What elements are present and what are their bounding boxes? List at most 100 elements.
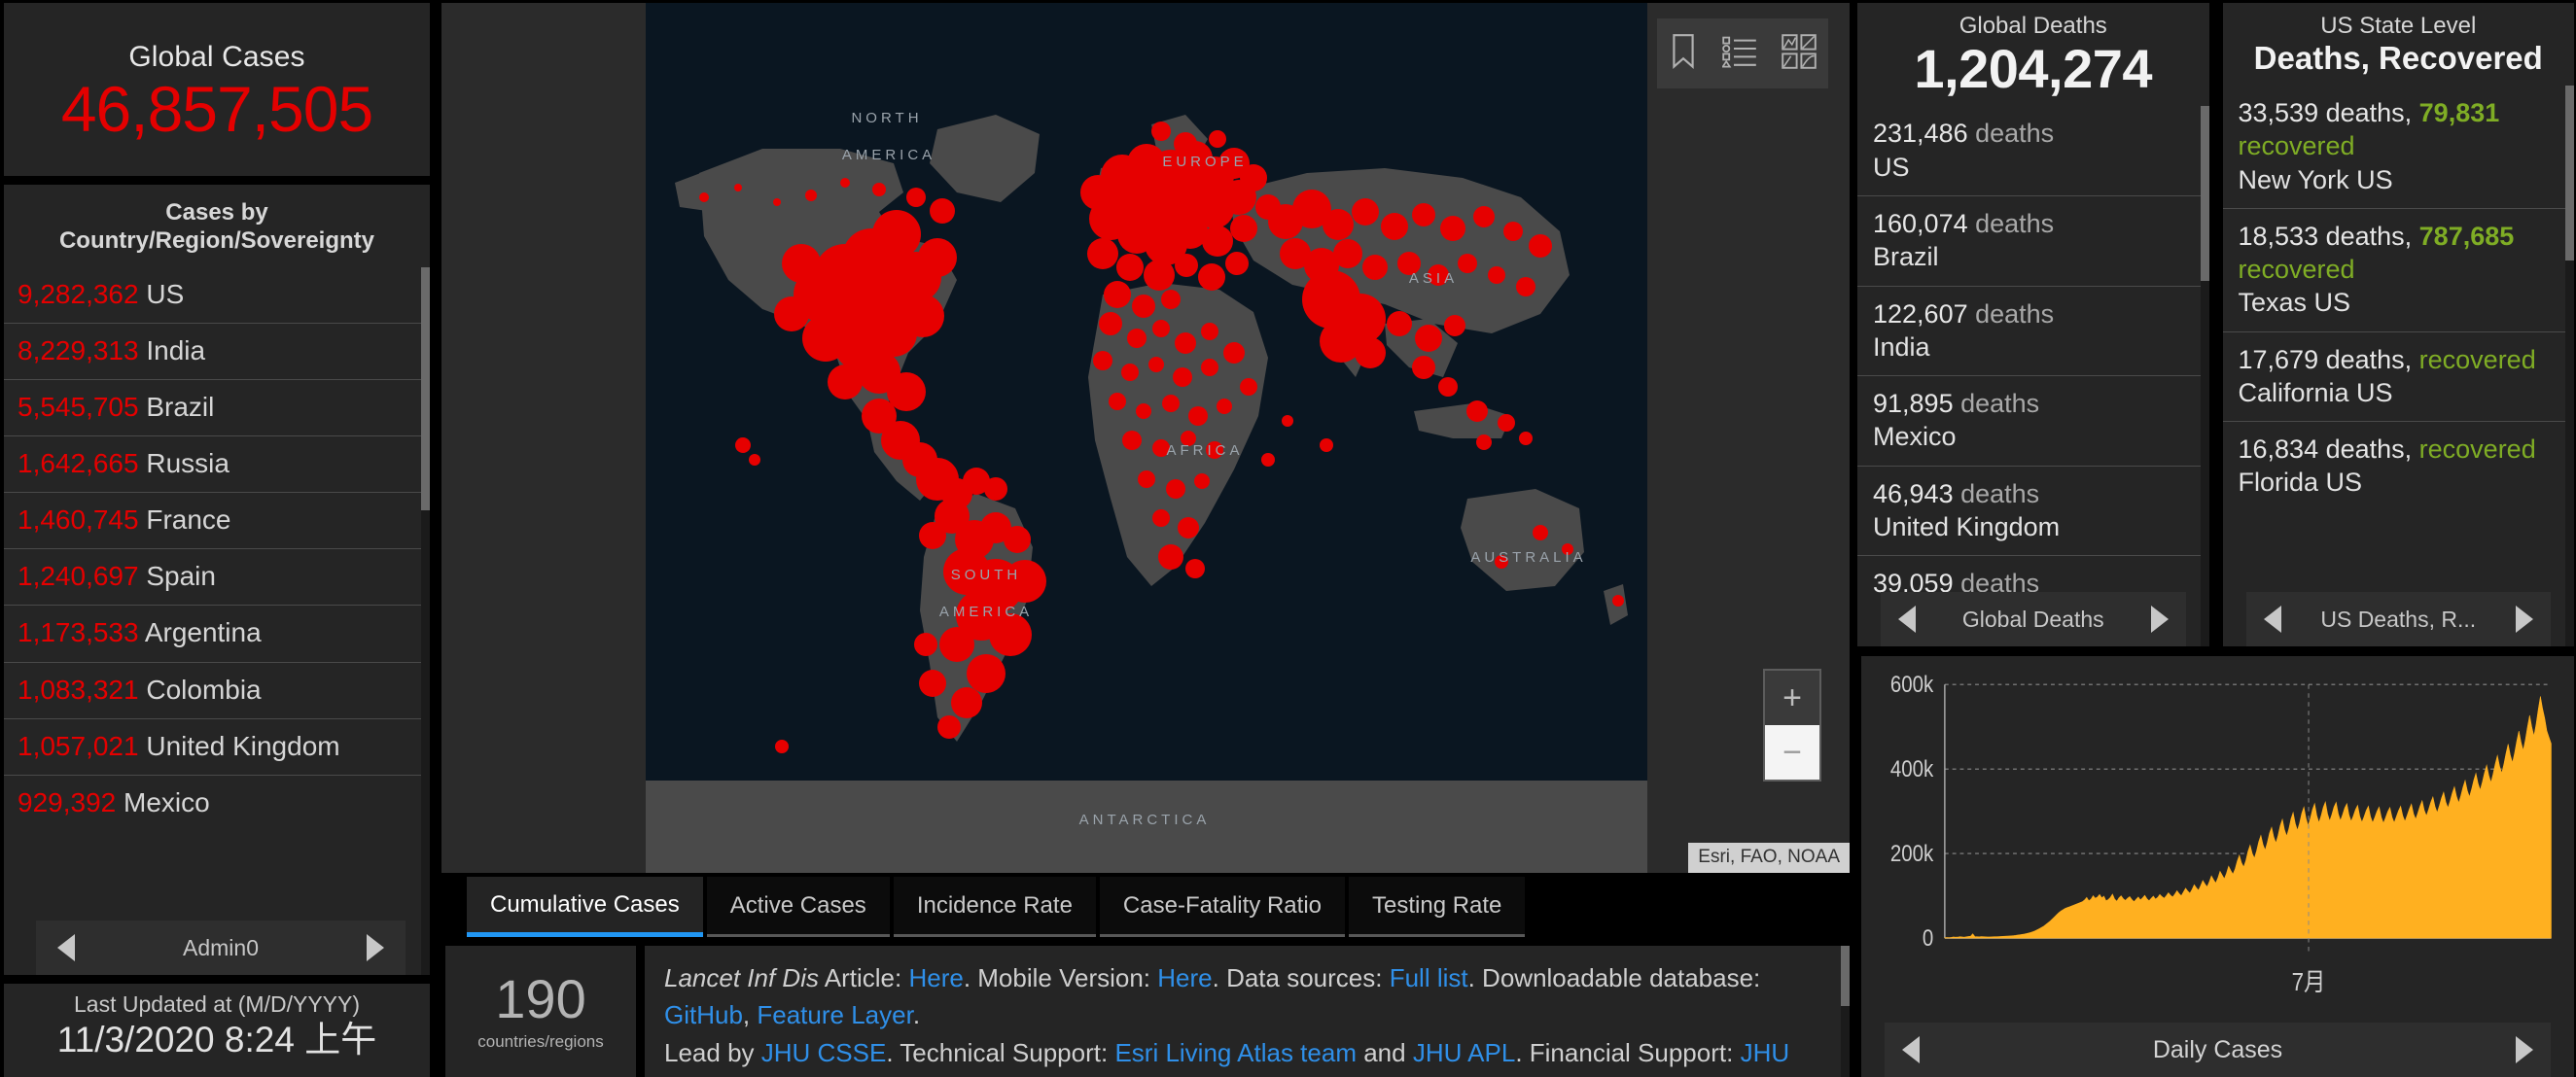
case-row[interactable]: 929,392 Mexico [4, 774, 430, 831]
us-state-list[interactable]: 33,539 deaths, 79,831 recovered New York … [2222, 85, 2575, 646]
svg-text:400k: 400k [1890, 756, 1934, 782]
credits-link-here-2[interactable]: Here [1157, 963, 1212, 992]
credits-link-esri-living-atlas[interactable]: Esri Living Atlas team [1114, 1038, 1357, 1067]
credits-t1d: . Downloadable database: [1467, 963, 1761, 992]
case-row-count: 5,545,705 [18, 391, 139, 422]
global-deaths-scroll-thumb[interactable] [2200, 106, 2209, 282]
global-deaths-nav[interactable]: Global Deaths [1881, 592, 2186, 646]
case-row[interactable]: 8,229,313 India [4, 322, 430, 379]
global-death-row[interactable]: 91,895 deaths Mexico [1857, 375, 2209, 466]
credits-link-here-1[interactable]: Here [908, 963, 963, 992]
zoom-in-button[interactable]: + [1765, 671, 1819, 726]
last-updated-title: Last Updated at (M/D/YYYY) [73, 991, 360, 1017]
us-state-title-sup: US State Level [2320, 13, 2477, 39]
credits-box[interactable]: Lancet Inf Dis Article: Here. Mobile Ver… [645, 946, 1850, 1077]
case-row-country: Brazil [138, 391, 215, 422]
cases-by-country-nav[interactable]: Admin0 [36, 921, 406, 975]
global-death-row[interactable]: 231,486 deaths US [1857, 106, 2209, 195]
us-state-nav[interactable]: US Deaths, R... [2245, 592, 2551, 646]
death-place: Brazil [1873, 242, 1939, 272]
case-row[interactable]: 5,545,705 Brazil [4, 378, 430, 435]
case-row[interactable]: 1,642,665 Russia [4, 435, 430, 492]
credits-link-feature-layer[interactable]: Feature Layer [757, 1000, 912, 1029]
us-state-scroll-thumb[interactable] [2565, 85, 2574, 261]
map-tab-case-fatality-ratio[interactable]: Case-Fatality Ratio [1099, 877, 1345, 937]
us-state-row[interactable]: 33,539 deaths, 79,831 recovered New York … [2223, 86, 2575, 208]
global-deaths-list[interactable]: 231,486 deaths US 160,074 deaths Brazil 122,… [1857, 106, 2209, 646]
map-tab-active-cases[interactable]: Active Cases [706, 877, 890, 937]
map-canvas[interactable]: NORTH AMERICA SOUTH AMERICA EUROPE AFRIC… [646, 3, 1647, 874]
credits-t1f: . [912, 1000, 921, 1030]
global-cases-value: 46,857,505 [60, 73, 373, 146]
credits-scroll-thumb[interactable] [1841, 946, 1850, 1006]
case-row[interactable]: 1,460,745 France [4, 492, 430, 548]
cases-by-country-list[interactable]: 9,282,362 US 8,229,313 India 5,545,705 Bra… [4, 266, 430, 975]
world-map-svg [646, 3, 1647, 874]
prev-arrow-icon[interactable] [1902, 1036, 1920, 1063]
bookmark-icon[interactable] [1669, 33, 1698, 74]
us-state-level-panel: US State Level Deaths, Recovered 33,539 … [2222, 3, 2575, 646]
chart-nav[interactable]: Daily Cases [1885, 1023, 2551, 1077]
credits-t1b: . Mobile Version: [963, 963, 1158, 992]
credits-link-jhu-csse[interactable]: JHU CSSE [761, 1038, 887, 1067]
prev-arrow-icon[interactable] [2263, 606, 2281, 633]
us-state-row[interactable]: 16,834 deaths, recovered Florida US [2222, 421, 2574, 511]
cases-by-title-line2: Country/Region/Sovereignty [58, 227, 375, 255]
credits-scrollbar[interactable] [1841, 946, 1850, 1077]
state-deaths: 18,533 deaths, [2238, 221, 2419, 251]
legend-icon[interactable] [1721, 35, 1757, 73]
next-arrow-icon[interactable] [2516, 1036, 2533, 1063]
global-death-row[interactable]: 160,074 deaths Brazil [1857, 195, 2209, 286]
case-row-count: 1,240,697 [18, 561, 139, 592]
global-deaths-scrollbar[interactable] [2200, 106, 2209, 646]
us-state-row[interactable]: 17,679 deaths, recovered California US [2222, 330, 2574, 422]
cases-list-scrollbar[interactable] [421, 266, 430, 975]
global-death-row[interactable]: 122,607 deaths India [1857, 285, 2209, 376]
map-tab-testing-rate[interactable]: Testing Rate [1349, 877, 1526, 937]
credits-link-jhu-apl[interactable]: JHU APL [1413, 1038, 1516, 1067]
us-state-scrollbar[interactable] [2565, 85, 2574, 646]
case-row[interactable]: 1,083,321 Colombia [4, 661, 430, 718]
case-row[interactable]: 1,173,533 Argentina [4, 605, 430, 661]
map-tools-panel[interactable] [1657, 18, 1828, 88]
case-row[interactable]: 1,240,697 Spain [4, 548, 430, 605]
left-sidebar: Global Cases 46,857,505 Cases by Country… [0, 0, 434, 1077]
us-state-row[interactable]: 18,533 deaths, 787,685 recovered Texas US [2222, 207, 2574, 331]
cases-by-country-panel: Cases by Country/Region/Sovereignty 9,28… [4, 185, 430, 975]
prev-arrow-icon[interactable] [57, 934, 75, 961]
credits-link-github[interactable]: GitHub [664, 1000, 743, 1029]
credits-lancet-em: Lancet Inf Dis [664, 963, 819, 992]
case-row-country: Spain [138, 561, 216, 592]
countries-regions-box: 190 countries/regions [445, 946, 636, 1077]
state-deaths: 33,539 deaths, [2238, 97, 2419, 127]
next-arrow-icon[interactable] [2516, 606, 2533, 633]
prev-arrow-icon[interactable] [1898, 606, 1916, 633]
map-container[interactable]: NORTH AMERICA SOUTH AMERICA EUROPE AFRIC… [441, 3, 1850, 874]
credits-link-full-list[interactable]: Full list [1390, 963, 1468, 992]
basemap-gallery-icon[interactable] [1781, 33, 1817, 74]
global-death-row[interactable]: 46,943 deaths United Kingdom [1857, 465, 2209, 556]
global-deaths-nav-label: Global Deaths [1961, 606, 2104, 632]
death-place: United Kingdom [1873, 512, 2061, 541]
credits-t2a: Lead by [664, 1037, 761, 1067]
map-tab-bar[interactable]: Cumulative Cases Active Cases Incidence Ra… [441, 873, 1850, 937]
next-arrow-icon[interactable] [2150, 606, 2169, 633]
global-deaths-panel: Global Deaths 1,204,274 231,486 deaths US… [1857, 3, 2209, 646]
case-row[interactable]: 9,282,362 US [4, 267, 430, 323]
cases-by-title-line1: Cases by [165, 199, 268, 226]
death-place: India [1873, 331, 1930, 362]
svg-text:200k: 200k [1890, 841, 1934, 867]
daily-cases-chart[interactable]: 0 200k 400k 600k 7月 [1867, 656, 2568, 1017]
state-deaths: 16,834 deaths, [2238, 434, 2419, 465]
case-row-count: 1,642,665 [18, 448, 139, 478]
zoom-out-button[interactable]: − [1765, 725, 1819, 781]
map-zoom-controls[interactable]: + − [1763, 669, 1821, 782]
next-arrow-icon[interactable] [366, 934, 384, 961]
map-tab-incidence-rate[interactable]: Incidence Rate [893, 877, 1096, 937]
chart-nav-label: Daily Cases [2152, 1035, 2283, 1063]
death-count: 160,074 [1873, 209, 1976, 239]
cases-list-scroll-thumb[interactable] [421, 266, 430, 510]
map-tab-cumulative-cases[interactable]: Cumulative Cases [467, 877, 703, 937]
case-row[interactable]: 1,057,021 United Kingdom [4, 717, 430, 775]
credits-t2d: . Financial Support: [1515, 1037, 1741, 1067]
